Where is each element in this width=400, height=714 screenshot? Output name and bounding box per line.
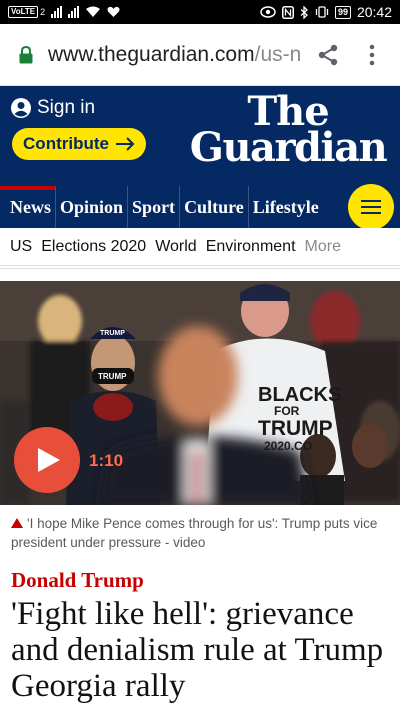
- url-domain: www.theguardian.com: [48, 43, 255, 66]
- eye-icon: [260, 6, 276, 18]
- play-icon: [38, 448, 60, 472]
- subnav-item-elections[interactable]: Elections 2020: [41, 238, 146, 256]
- sim-label: 2: [40, 7, 46, 17]
- nav-item-culture[interactable]: Culture: [179, 186, 248, 228]
- share-icon[interactable]: [316, 43, 340, 67]
- sign-text-2: FOR: [274, 404, 300, 418]
- pillar-nav: News Opinion Sport Culture Lifestyle: [0, 186, 400, 228]
- sign-in-label: Sign in: [37, 97, 96, 118]
- signal-icon-2: [68, 6, 80, 18]
- status-time: 20:42: [356, 4, 392, 20]
- contribute-label: Contribute: [23, 134, 109, 153]
- nav-item-sport[interactable]: Sport: [127, 186, 179, 228]
- url-path: /us-n: [254, 43, 302, 66]
- wifi-icon: [86, 6, 101, 17]
- sign-in-link[interactable]: Sign in: [11, 97, 95, 119]
- guardian-logo[interactable]: The Guardian: [188, 92, 388, 171]
- hamburger-menu-icon[interactable]: [348, 184, 394, 230]
- status-right: 99 20:42: [260, 4, 392, 20]
- status-left: VoLTE 2: [8, 6, 120, 18]
- sign-text-3: TRUMP: [258, 417, 333, 440]
- status-bar: VoLTE 2 99 20:42: [0, 0, 400, 24]
- browser-url-bar[interactable]: www.theguardian.com/us-n: [0, 24, 400, 86]
- url-text[interactable]: www.theguardian.com/us-n: [48, 43, 301, 67]
- video-caption[interactable]: 'I hope Mike Pence comes through for us'…: [11, 514, 391, 552]
- user-icon: [11, 98, 31, 118]
- sign-text-4: 2020.CO: [264, 439, 312, 453]
- battery-icon: 99: [334, 5, 351, 19]
- divider: [0, 268, 400, 269]
- video-duration: 1:10: [89, 451, 124, 470]
- subnav-more[interactable]: More: [305, 238, 341, 256]
- play-button[interactable]: [14, 427, 80, 493]
- subnav-item-environment[interactable]: Environment: [206, 238, 296, 256]
- nav-item-news[interactable]: News: [0, 186, 55, 228]
- nav-item-lifestyle[interactable]: Lifestyle: [247, 186, 323, 228]
- contribute-button[interactable]: Contribute: [12, 128, 146, 160]
- bluetooth-icon: [300, 5, 308, 19]
- sign-text-1: BLACKS: [258, 384, 341, 406]
- logo-line-2: Guardian: [189, 124, 388, 171]
- subnav-item-us[interactable]: US: [10, 238, 32, 256]
- article-kicker[interactable]: Donald Trump: [11, 568, 144, 593]
- overflow-menu-icon[interactable]: [364, 42, 380, 68]
- hat-text: TRUMP: [100, 330, 125, 337]
- heart-icon: [107, 6, 120, 18]
- arrow-right-icon: [115, 137, 135, 151]
- triangle-icon: [11, 518, 23, 528]
- sub-nav: US Elections 2020 World Environment More: [0, 228, 400, 266]
- caption-text: 'I hope Mike Pence comes through for us'…: [11, 516, 378, 550]
- mask-text: TRUMP: [98, 372, 127, 381]
- subnav-item-world[interactable]: World: [155, 238, 197, 256]
- signal-icon: [51, 6, 63, 18]
- volte-badge: VoLTE: [8, 6, 39, 18]
- vibrate-icon: [315, 6, 329, 18]
- site-header: Sign in Contribute The Guardian: [0, 86, 400, 186]
- lock-icon: [19, 46, 33, 64]
- nfc-icon: [281, 5, 294, 19]
- nav-item-opinion[interactable]: Opinion: [55, 186, 127, 228]
- article-headline[interactable]: 'Fight like hell': grievance and deniali…: [11, 596, 396, 704]
